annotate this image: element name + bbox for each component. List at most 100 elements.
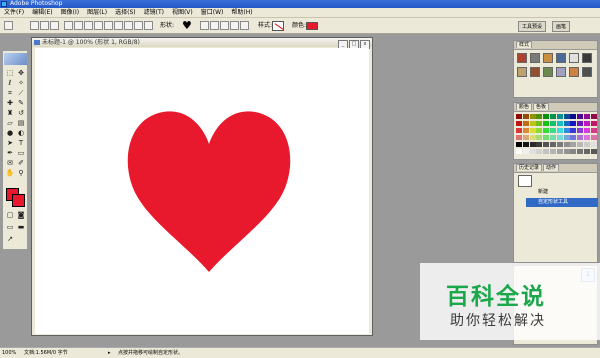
intersect-shape-areas-button[interactable]: [230, 21, 239, 30]
color-swatch-cell[interactable]: [570, 128, 577, 133]
shape-layers-button[interactable]: [30, 21, 39, 30]
color-swatch-cell[interactable]: [570, 114, 577, 119]
quick-mask-off-icon[interactable]: ▢: [5, 211, 15, 220]
style-thumbnail[interactable]: [582, 67, 592, 77]
tab-history[interactable]: 历史记录: [516, 164, 543, 171]
color-swatch-cell[interactable]: [536, 142, 543, 147]
hand-tool-icon[interactable]: ✋: [5, 169, 15, 178]
color-swatch-cell[interactable]: [529, 135, 536, 140]
subtract-shape-area-button[interactable]: [220, 21, 229, 30]
color-swatch-cell[interactable]: [536, 128, 543, 133]
color-swatch-cell[interactable]: [522, 142, 529, 147]
color-swatch-cell[interactable]: [584, 114, 590, 119]
menu-file[interactable]: 文件(F): [0, 8, 28, 18]
slice-tool-icon[interactable]: ⟋: [16, 89, 26, 98]
heart-shape[interactable]: [127, 111, 291, 272]
magic-wand-icon[interactable]: ✧: [16, 79, 26, 88]
color-swatch-cell[interactable]: [570, 149, 577, 154]
menu-filter[interactable]: 滤镜(T): [140, 8, 168, 18]
color-swatch-cell[interactable]: [536, 121, 543, 126]
gradient-tool-icon[interactable]: ▤: [16, 119, 26, 128]
crop-tool-icon[interactable]: ⌗: [5, 89, 15, 98]
rectangle-tool-icon[interactable]: [84, 21, 93, 30]
lasso-tool-icon[interactable]: ℓ: [5, 79, 15, 88]
color-swatch-cell[interactable]: [556, 135, 563, 140]
pen-tool-icon-box[interactable]: ✒: [5, 149, 15, 158]
notes-tool-icon[interactable]: ✉: [5, 159, 15, 168]
color-swatch-cell[interactable]: [563, 142, 570, 147]
color-swatch-cell[interactable]: [550, 135, 556, 140]
jump-to-imageready-icon[interactable]: ↗: [5, 235, 15, 244]
color-swatch-cell[interactable]: [590, 128, 597, 133]
type-tool-icon[interactable]: T: [16, 139, 26, 148]
color-swatch-cell[interactable]: [550, 149, 556, 154]
color-swatch-cell[interactable]: [522, 128, 529, 133]
color-swatch-cell[interactable]: [543, 142, 550, 147]
photoshop-feather-logo[interactable]: [4, 53, 27, 65]
create-new-shape-layer-button[interactable]: [200, 21, 209, 30]
line-tool-icon[interactable]: [124, 21, 133, 30]
color-swatch-cell[interactable]: [584, 128, 590, 133]
pen-tool-icon[interactable]: [64, 21, 73, 30]
color-swatch-cell[interactable]: [577, 142, 584, 147]
canvas[interactable]: [35, 48, 369, 334]
color-swatch-cell[interactable]: [590, 142, 597, 147]
style-thumbnail[interactable]: [569, 53, 579, 63]
color-swatch-cell[interactable]: [516, 142, 522, 147]
color-swatch-cell[interactable]: [536, 114, 543, 119]
color-swatch-cell[interactable]: [529, 121, 536, 126]
brush-tool-icon[interactable]: ✎: [16, 99, 26, 108]
color-swatch-cell[interactable]: [529, 149, 536, 154]
color-swatch-cell[interactable]: [550, 128, 556, 133]
menu-image[interactable]: 图像(I): [57, 8, 83, 18]
tab-swatches[interactable]: 色板: [533, 103, 550, 110]
color-swatch-cell[interactable]: [536, 135, 543, 140]
color-swatch-cell[interactable]: [556, 114, 563, 119]
color-swatch-cell[interactable]: [584, 121, 590, 126]
style-thumbnail[interactable]: [530, 67, 540, 77]
color-swatch-cell[interactable]: [563, 135, 570, 140]
quick-mask-on-icon[interactable]: ◙: [16, 211, 26, 220]
color-swatch-cell[interactable]: [556, 149, 563, 154]
color-swatch-cell[interactable]: [543, 121, 550, 126]
eraser-tool-icon[interactable]: ▱: [5, 119, 15, 128]
color-swatch-cell[interactable]: [584, 142, 590, 147]
geometry-options-icon[interactable]: [144, 21, 153, 30]
color-swatch-cell[interactable]: [570, 121, 577, 126]
style-thumbnail[interactable]: [582, 53, 592, 63]
color-swatch-cell[interactable]: [516, 128, 522, 133]
color-swatch-cell[interactable]: [563, 121, 570, 126]
color-swatch-cell[interactable]: [550, 142, 556, 147]
shape-color-swatch[interactable]: [306, 22, 318, 30]
move-tool-icon[interactable]: ✥: [16, 69, 26, 78]
history-item-new[interactable]: 新建: [526, 188, 598, 197]
color-swatch-cell[interactable]: [522, 149, 529, 154]
color-swatch-cell[interactable]: [577, 114, 584, 119]
color-swatch-cell[interactable]: [543, 114, 550, 119]
color-swatch-cell[interactable]: [563, 149, 570, 154]
exclude-overlap-button[interactable]: [240, 21, 249, 30]
add-to-shape-area-button[interactable]: [210, 21, 219, 30]
style-thumbnail[interactable]: [517, 53, 527, 63]
color-swatch-cell[interactable]: [529, 142, 536, 147]
color-swatch-cell[interactable]: [577, 121, 584, 126]
tab-color[interactable]: 颜色: [516, 103, 533, 110]
style-picker[interactable]: [272, 21, 284, 31]
screen-mode-icon[interactable]: ▭: [5, 223, 15, 232]
background-color-swatch[interactable]: [12, 194, 25, 207]
style-thumbnail[interactable]: [556, 67, 566, 77]
tool-preset-icon[interactable]: [4, 21, 13, 30]
shape-tool-icon[interactable]: ▭: [16, 149, 26, 158]
menu-layer[interactable]: 图层(L): [83, 8, 111, 18]
color-swatch-cell[interactable]: [550, 114, 556, 119]
color-swatch-cell[interactable]: [556, 142, 563, 147]
path-selection-icon[interactable]: ➤: [5, 139, 15, 148]
color-swatch-cell[interactable]: [516, 121, 522, 126]
color-swatch-cell[interactable]: [584, 135, 590, 140]
color-swatch-cell[interactable]: [577, 135, 584, 140]
style-thumbnail[interactable]: [530, 53, 540, 63]
heart-icon[interactable]: ♥: [182, 20, 194, 31]
color-swatch-cell[interactable]: [522, 135, 529, 140]
fill-pixels-button[interactable]: [50, 21, 59, 30]
tab-actions[interactable]: 动作: [543, 164, 560, 171]
